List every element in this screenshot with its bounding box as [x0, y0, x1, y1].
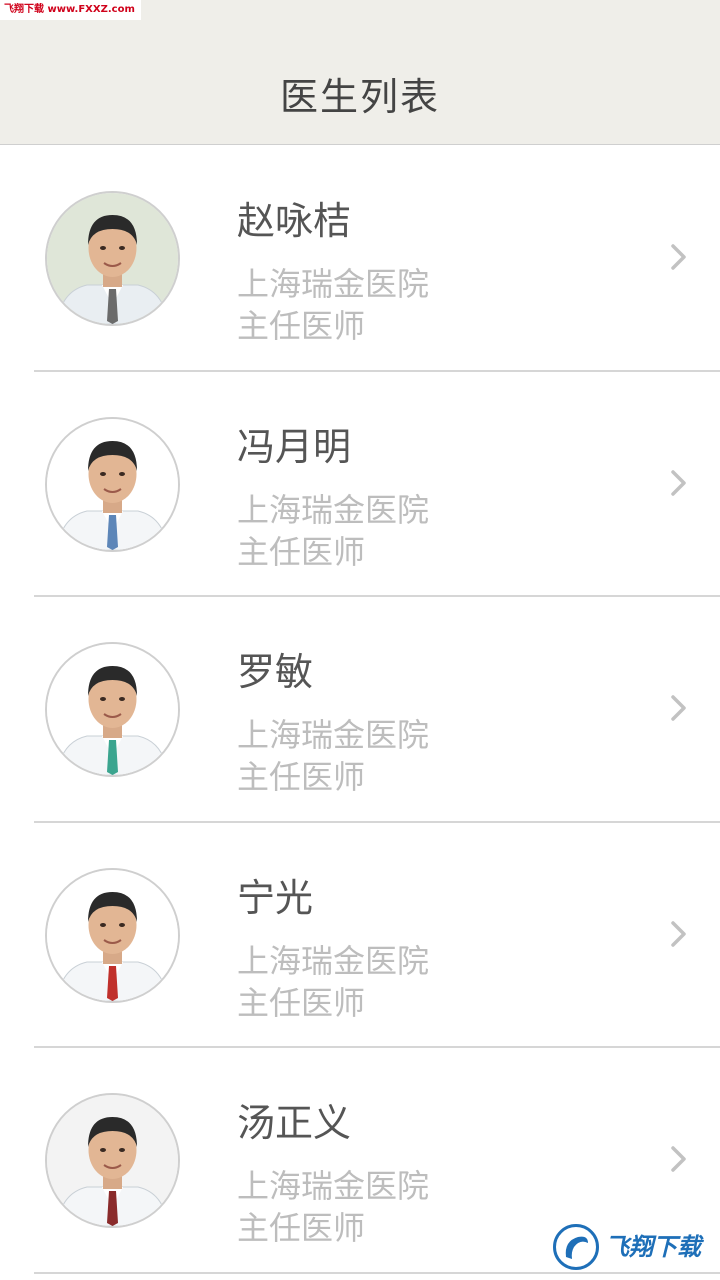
chevron-right-icon [664, 242, 694, 272]
doctor-title: 主任医师 [237, 532, 366, 571]
doctor-avatar-icon [45, 191, 180, 326]
doctor-title: 主任医师 [237, 307, 366, 345]
doctor-hospital: 上海瑞金医院 [237, 716, 430, 754]
watermark-bottom: 飞翔下载 [553, 1222, 713, 1272]
doctor-hospital: 上海瑞金医院 [237, 490, 430, 529]
doctor-list: 赵咏桔 上海瑞金医院 主任医师 冯月明 上海瑞金医院 主任医师 罗敏 上海瑞金医… [0, 146, 720, 1274]
chevron-right-icon [664, 919, 694, 949]
doctor-hospital: 上海瑞金医院 [237, 941, 430, 980]
chevron-right-icon [664, 1144, 694, 1174]
doctor-hospital: 上海瑞金医院 [237, 265, 430, 303]
watermark-top-text: 飞翔下载 www.FXXZ.com [0, 0, 141, 20]
doctor-title: 主任医师 [237, 983, 366, 1022]
watermark-bottom-text: 飞翔下载 [605, 1233, 701, 1261]
doctor-title: 主任医师 [237, 1209, 366, 1247]
doctor-hospital: 上海瑞金医院 [237, 1167, 430, 1205]
doctor-name: 汤正义 [237, 1101, 352, 1145]
doctor-avatar-icon [45, 867, 180, 1003]
fxxz-logo-icon [553, 1224, 599, 1270]
doctor-list-item[interactable]: 赵咏桔 上海瑞金医院 主任医师 [0, 146, 720, 372]
doctor-list-item[interactable]: 宁光 上海瑞金医院 主任医师 [0, 823, 720, 1048]
chevron-right-icon [664, 468, 694, 498]
doctor-list-item[interactable]: 冯月明 上海瑞金医院 主任医师 [0, 372, 720, 597]
doctor-name: 罗敏 [237, 650, 314, 694]
doctor-name: 宁光 [237, 875, 314, 920]
app-header: 医生列表 [0, 0, 720, 145]
page-title: 医生列表 [279, 75, 440, 119]
doctor-title: 主任医师 [237, 758, 366, 796]
doctor-list-item[interactable]: 罗敏 上海瑞金医院 主任医师 [0, 597, 720, 823]
doctor-avatar-icon [45, 1093, 180, 1228]
doctor-name: 冯月明 [237, 424, 352, 469]
doctor-avatar-icon [45, 642, 180, 777]
doctor-avatar-icon [45, 416, 180, 552]
chevron-right-icon [664, 693, 694, 723]
doctor-name: 赵咏桔 [237, 199, 352, 243]
